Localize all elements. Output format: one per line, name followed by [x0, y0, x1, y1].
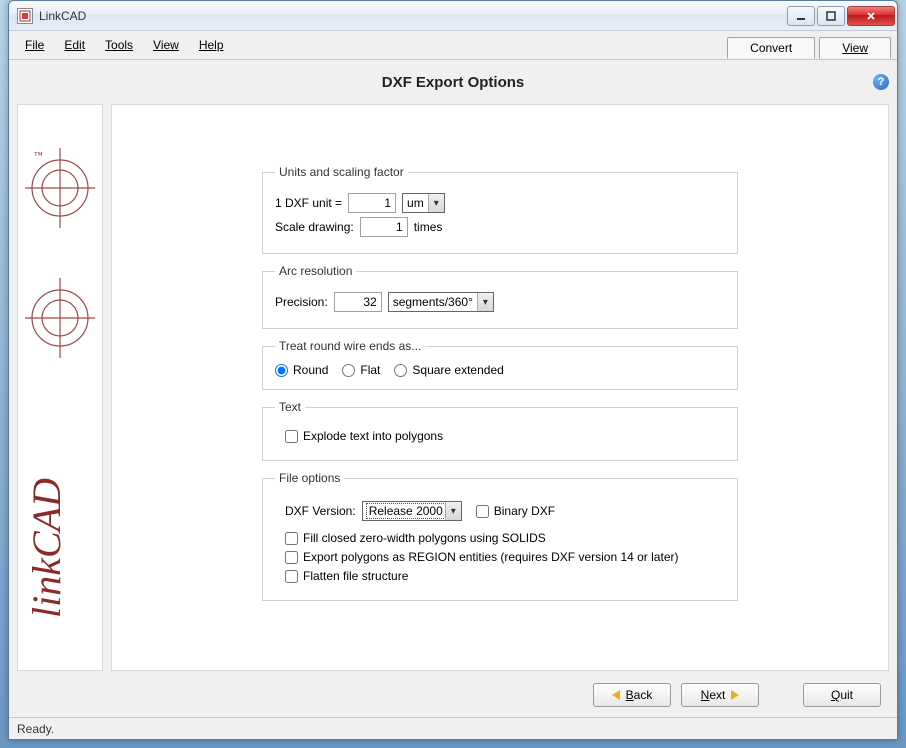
scale-drawing-input[interactable] [360, 217, 408, 237]
menubar: File Edit Tools View Help Convert View [9, 31, 897, 59]
menu-help[interactable]: Help [189, 34, 234, 56]
quit-button[interactable]: Quit [803, 683, 881, 707]
radio-round[interactable]: Round [275, 363, 328, 377]
group-wire-ends: Treat round wire ends as... Round Flat S… [262, 339, 738, 390]
maximize-button[interactable] [817, 6, 845, 26]
app-icon [17, 8, 33, 24]
legend-wire-ends: Treat round wire ends as... [275, 339, 425, 353]
svg-text:™: ™ [34, 150, 43, 160]
legend-arc: Arc resolution [275, 264, 356, 278]
legend-units: Units and scaling factor [275, 165, 408, 179]
menu-tools[interactable]: Tools [95, 34, 143, 56]
chevron-down-icon [445, 502, 461, 520]
status-text: Ready. [17, 722, 54, 736]
dxf-version-select[interactable]: Release 2000 [362, 501, 462, 521]
dxf-unit-select[interactable]: um [402, 193, 445, 213]
group-arc: Arc resolution Precision: segments/360° [262, 264, 738, 329]
app-window: LinkCAD File Edit Tools View Help Conver… [8, 0, 898, 740]
titlebar: LinkCAD [9, 1, 897, 31]
group-text: Text Explode text into polygons [262, 400, 738, 461]
radio-flat[interactable]: Flat [342, 363, 380, 377]
dxf-unit-value-input[interactable] [348, 193, 396, 213]
dxf-version-label: DXF Version: [285, 504, 356, 518]
page-title: DXF Export Options [9, 74, 897, 91]
menu-edit[interactable]: Edit [54, 34, 95, 56]
group-file-options: File options DXF Version: Release 2000 B… [262, 471, 738, 601]
unit-prefix-label: 1 DXF unit = [275, 196, 342, 210]
legend-file-options: File options [275, 471, 344, 485]
chevron-down-icon [428, 194, 444, 212]
checkbox-fill-solids[interactable]: Fill closed zero-width polygons using SO… [285, 531, 725, 545]
scale-label: Scale drawing: [275, 220, 354, 234]
checkbox-binary-dxf[interactable]: Binary DXF [476, 504, 555, 518]
next-button[interactable]: Next [681, 683, 759, 707]
svg-text:linkCAD: linkCAD [24, 477, 69, 617]
scale-suffix: times [414, 220, 443, 234]
sidebar-logo: linkCAD ™ [17, 104, 103, 671]
chevron-down-icon [477, 293, 493, 311]
mode-convert-tab[interactable]: Convert [727, 37, 815, 59]
back-button[interactable]: Back [593, 683, 671, 707]
menu-view[interactable]: View [143, 34, 189, 56]
main-panel: Units and scaling factor 1 DXF unit = um… [111, 104, 889, 671]
precision-label: Precision: [275, 295, 328, 309]
window-title: LinkCAD [39, 9, 787, 23]
status-bar: Ready. [9, 717, 897, 739]
group-units: Units and scaling factor 1 DXF unit = um… [262, 165, 738, 254]
arrow-right-icon [731, 690, 739, 700]
help-icon[interactable]: ? [873, 74, 889, 90]
mode-view-tab[interactable]: View [819, 37, 891, 59]
minimize-button[interactable] [787, 6, 815, 26]
checkbox-flatten[interactable]: Flatten file structure [285, 569, 725, 583]
legend-text: Text [275, 400, 305, 414]
header-strip: DXF Export Options ? [9, 60, 897, 104]
precision-input[interactable] [334, 292, 382, 312]
checkbox-explode-text[interactable]: Explode text into polygons [285, 429, 725, 443]
radio-square[interactable]: Square extended [394, 363, 503, 377]
content: DXF Export Options ? linkCAD ™ [9, 59, 897, 739]
checkbox-export-regions[interactable]: Export polygons as REGION entities (requ… [285, 550, 725, 564]
wizard-buttons: Back Next Quit [9, 671, 897, 717]
arrow-left-icon [612, 690, 620, 700]
window-controls [787, 6, 895, 26]
menu-file[interactable]: File [15, 34, 54, 56]
close-button[interactable] [847, 6, 895, 26]
precision-unit-select[interactable]: segments/360° [388, 292, 494, 312]
